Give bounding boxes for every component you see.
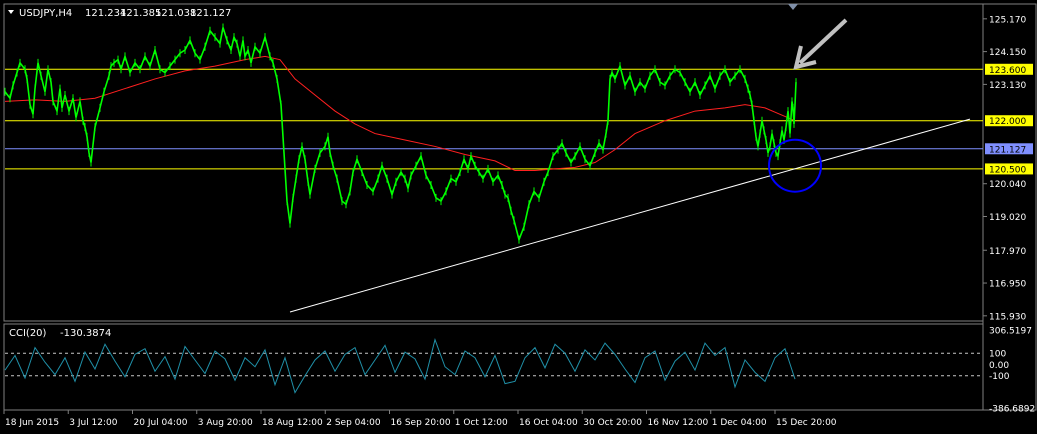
time-tick-label: 16 Oct 04:00 (519, 418, 578, 428)
main-pane-frame (3, 3, 984, 322)
time-tick-label: 2 Sep 04:00 (326, 418, 381, 428)
price-tick-label: 123.130 (989, 81, 1026, 91)
price-tick-label: 120.040 (989, 180, 1026, 190)
time-axis-labels: 18 Jun 2015 3 Jul 12:00 20 Jul 04:00 3 Aug … (3, 410, 837, 428)
time-tick-label: 20 Jul 04:00 (134, 418, 188, 428)
cci-tick-label: 100 (989, 350, 1006, 360)
cci-line (4, 338, 796, 394)
time-tick-label: 18 Aug 12:00 (262, 418, 323, 428)
symbol-label: USDJPY,H4 (19, 8, 72, 19)
shift-marker-icon[interactable] (788, 4, 798, 10)
cci-tick-label: 306.5197 (989, 327, 1032, 337)
chart-canvas[interactable]: USDJPY,H4 121.234 121.385 121.038 121.12… (0, 0, 1037, 434)
time-tick-label: 1 Oct 12:00 (455, 418, 508, 428)
level-tag-label: 122.000 (989, 117, 1026, 127)
time-tick-label: 3 Jul 12:00 (69, 418, 118, 428)
time-tick-label: 16 Nov 12:00 (648, 418, 709, 428)
price-tick-label: 115.930 (989, 312, 1026, 322)
support-trendline[interactable] (289, 118, 971, 313)
price-line (4, 27, 797, 243)
chart-terminal: USDJPY,H4 121.234 121.385 121.038 121.12… (0, 0, 1037, 434)
horizontal-levels (5, 68, 983, 170)
price-tick-label: 117.970 (989, 247, 1026, 257)
level-tag-label: 120.500 (989, 165, 1026, 175)
cci-series-group (4, 338, 796, 394)
moving-average-line (4, 55, 796, 172)
price-series-group (4, 23, 797, 244)
cci-pane-frame (3, 323, 984, 411)
symbol-menu-icon[interactable] (8, 10, 14, 14)
price-tick-label: 125.170 (989, 15, 1026, 25)
time-tick-label: 18 Jun 2015 (5, 418, 59, 428)
price-tick-label: 124.150 (989, 48, 1026, 58)
cci-value: -130.3874 (60, 328, 111, 339)
time-tick-label: 3 Aug 20:00 (198, 418, 253, 428)
cci-axis-ticks: 306.5197 1000.00-100 -386.6892 (989, 327, 1035, 415)
cci-tick-label: -386.6892 (989, 405, 1035, 415)
time-tick-label: 16 Sep 20:00 (391, 418, 451, 428)
cci-label: CCI(20) (9, 328, 47, 339)
time-tick-label: 15 Dec 20:00 (776, 418, 837, 428)
time-tick-label: 1 Dec 04:00 (712, 418, 767, 428)
moving-average-group (4, 55, 796, 172)
highlight-circle[interactable] (768, 138, 822, 193)
time-tick-label: 30 Oct 20:00 (583, 418, 642, 428)
cci-tick-label: 0.00 (989, 361, 1009, 371)
level-tag-label: 121.127 (989, 145, 1026, 155)
cci-tick-label: -100 (989, 372, 1010, 382)
price-tick-label: 119.020 (989, 213, 1026, 223)
annotations-group[interactable] (768, 18, 848, 193)
close-value: 121.127 (190, 8, 231, 19)
price-tick-label: 116.950 (989, 280, 1026, 290)
arrow-shaft[interactable] (798, 18, 848, 65)
level-tag-label: 123.600 (989, 66, 1026, 76)
trendline-group[interactable] (289, 118, 971, 313)
